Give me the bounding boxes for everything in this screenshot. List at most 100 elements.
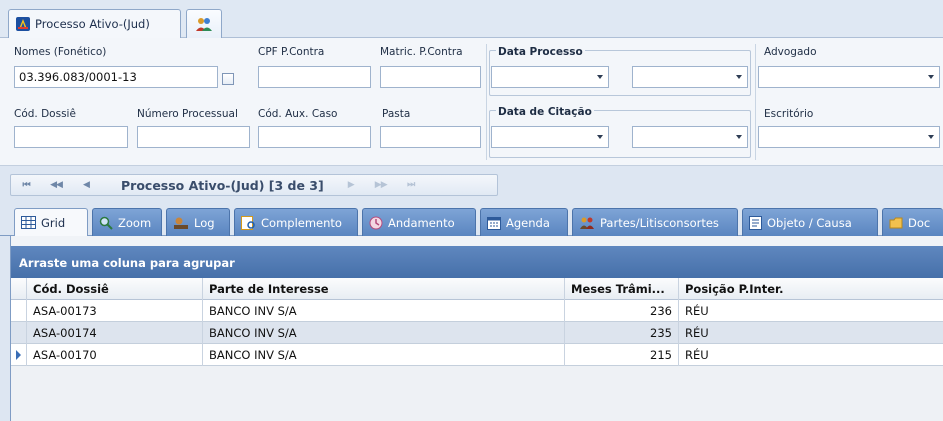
table-row[interactable]: ASA-00174 BANCO INV S/A 235 RÉU (11, 322, 943, 344)
tab-label: Processo Ativo-(Jud) (35, 17, 150, 31)
table-row[interactable]: ASA-00173 BANCO INV S/A 236 RÉU (11, 300, 943, 322)
cell-posicao: RÉU (685, 348, 709, 362)
tab-objeto-causa[interactable]: Objeto / Causa (742, 208, 878, 236)
row-indicator (11, 322, 27, 344)
calendar-icon (487, 216, 501, 230)
document-tab-strip: Processo Ativo-(Jud) (0, 0, 943, 38)
column-header-parte-interesse[interactable]: Parte de Interesse (203, 278, 565, 300)
previous-record-button[interactable]: ◀ (71, 180, 101, 190)
cell-cod-dossie: ASA-00173 (27, 300, 203, 322)
cod-dossie-input[interactable] (14, 126, 128, 148)
previous-page-button[interactable]: ◀◀ (41, 180, 71, 190)
nomes-input[interactable]: 03.396.083/0001-13 (14, 66, 218, 88)
row-indicator (11, 344, 27, 366)
tab-partes[interactable] (186, 9, 222, 38)
advogado-label: Advogado (764, 46, 817, 58)
cpf-label: CPF P.Contra (258, 46, 325, 58)
cell-posicao: RÉU (685, 304, 709, 318)
pasta-label: Pasta (382, 108, 411, 120)
column-header-cod-dossie[interactable]: Cód. Dossiê (27, 278, 203, 300)
cell-parte-interesse: BANCO INV S/A (203, 344, 565, 366)
row-indicator-header (11, 278, 27, 300)
escritorio-label: Escritório (764, 108, 814, 120)
grid-header: Cód. Dossiê Parte de Interesse Meses Trâ… (11, 278, 943, 300)
law-scale-icon (15, 16, 31, 32)
pasta-input[interactable] (380, 126, 481, 148)
numero-processual-input[interactable] (137, 126, 250, 148)
tab-log[interactable]: Log (166, 208, 230, 236)
tab-label: Log (194, 215, 215, 230)
tab-label: Zoom (118, 215, 152, 230)
chevron-down-icon (736, 135, 742, 139)
tab-andamento[interactable]: Andamento (362, 208, 476, 236)
group-by-panel[interactable]: Arraste uma coluna para agrupar (11, 246, 943, 278)
people-icon (579, 216, 595, 230)
tab-zoom[interactable]: Zoom (92, 208, 162, 236)
numero-processual-label: Número Processual (137, 108, 238, 120)
view-tab-strip: Grid Zoom Log Complemento Andamento Agen… (0, 204, 943, 236)
current-row-arrow-icon (16, 350, 21, 360)
tab-agenda[interactable]: Agenda (480, 208, 568, 236)
tab-complemento[interactable]: Complemento (234, 208, 358, 236)
tab-partes-litisconsortes[interactable]: Partes/Litisconsortes (572, 208, 738, 236)
tab-doc[interactable]: Doc (882, 208, 943, 236)
escritorio-select[interactable] (758, 126, 940, 148)
cell-parte-interesse: BANCO INV S/A (203, 300, 565, 322)
filter-panel: Nomes (Fonético) CPF P.Contra Matric. P.… (0, 38, 943, 166)
grid-empty-area (11, 366, 943, 421)
matric-input[interactable] (380, 66, 481, 88)
tab-label: Objeto / Causa (767, 215, 852, 230)
cell-cod-dossie: ASA-00170 (27, 344, 203, 366)
next-page-button[interactable]: ▶▶ (366, 180, 396, 190)
data-processo-inicio-select[interactable] (491, 66, 609, 88)
folder-icon (889, 216, 903, 230)
column-header-meses-tramite[interactable]: Meses Trâmi... (565, 278, 679, 300)
tab-grid[interactable]: Grid (14, 208, 88, 236)
grid-icon (21, 216, 36, 229)
column-header-posicao[interactable]: Posição P.Inter. (679, 278, 943, 300)
log-icon (173, 216, 189, 230)
tab-label: Agenda (506, 215, 550, 230)
data-citacao-fim-select[interactable] (632, 126, 748, 148)
advogado-select[interactable] (758, 66, 940, 88)
separator (755, 44, 756, 160)
tab-label: Andamento (388, 215, 455, 230)
chevron-down-icon (597, 75, 603, 79)
table-row-current[interactable]: ASA-00170 BANCO INV S/A 215 RÉU (11, 344, 943, 366)
cell-posicao: RÉU (685, 326, 709, 340)
navigator-bar: ⏮ ◀◀ ◀ Processo Ativo-(Jud) [3 de 3] ▶ ▶… (10, 174, 498, 196)
navigator-title: Processo Ativo-(Jud) [3 de 3] (121, 177, 324, 193)
last-record-button[interactable]: ⏭ (396, 180, 426, 190)
separator (486, 44, 487, 160)
complement-icon (241, 215, 256, 230)
cpf-input[interactable] (258, 66, 371, 88)
progress-icon (369, 216, 383, 230)
nomes-checkbox[interactable] (222, 73, 234, 85)
users-group-icon (195, 16, 213, 32)
tab-label: Complemento (261, 215, 342, 230)
data-citacao-label: Data de Citação (496, 106, 594, 118)
next-record-button[interactable]: ▶ (336, 180, 366, 190)
first-record-button[interactable]: ⏮ (11, 180, 41, 190)
cod-aux-label: Cód. Aux. Caso (258, 108, 338, 120)
cell-parte-interesse: BANCO INV S/A (203, 322, 565, 344)
chevron-down-icon (736, 75, 742, 79)
tab-label: Partes/Litisconsortes (600, 215, 719, 230)
data-citacao-inicio-select[interactable] (491, 126, 609, 148)
data-grid: Arraste uma coluna para agrupar Cód. Dos… (10, 236, 943, 421)
cell-cod-dossie: ASA-00174 (27, 322, 203, 344)
cell-meses-tramite: 235 (565, 322, 679, 344)
matric-label: Matric. P.Contra (380, 46, 463, 58)
zoom-icon (99, 216, 113, 230)
cell-meses-tramite: 215 (565, 344, 679, 366)
chevron-down-icon (928, 135, 934, 139)
tab-label: Grid (41, 215, 66, 230)
chevron-down-icon (597, 135, 603, 139)
nomes-label: Nomes (Fonético) (14, 46, 107, 58)
cell-meses-tramite: 236 (565, 300, 679, 322)
row-indicator (11, 300, 27, 322)
cod-aux-input[interactable] (258, 126, 371, 148)
data-processo-fim-select[interactable] (632, 66, 748, 88)
document-icon (749, 215, 762, 230)
tab-processo-ativo[interactable]: Processo Ativo-(Jud) (8, 9, 181, 38)
